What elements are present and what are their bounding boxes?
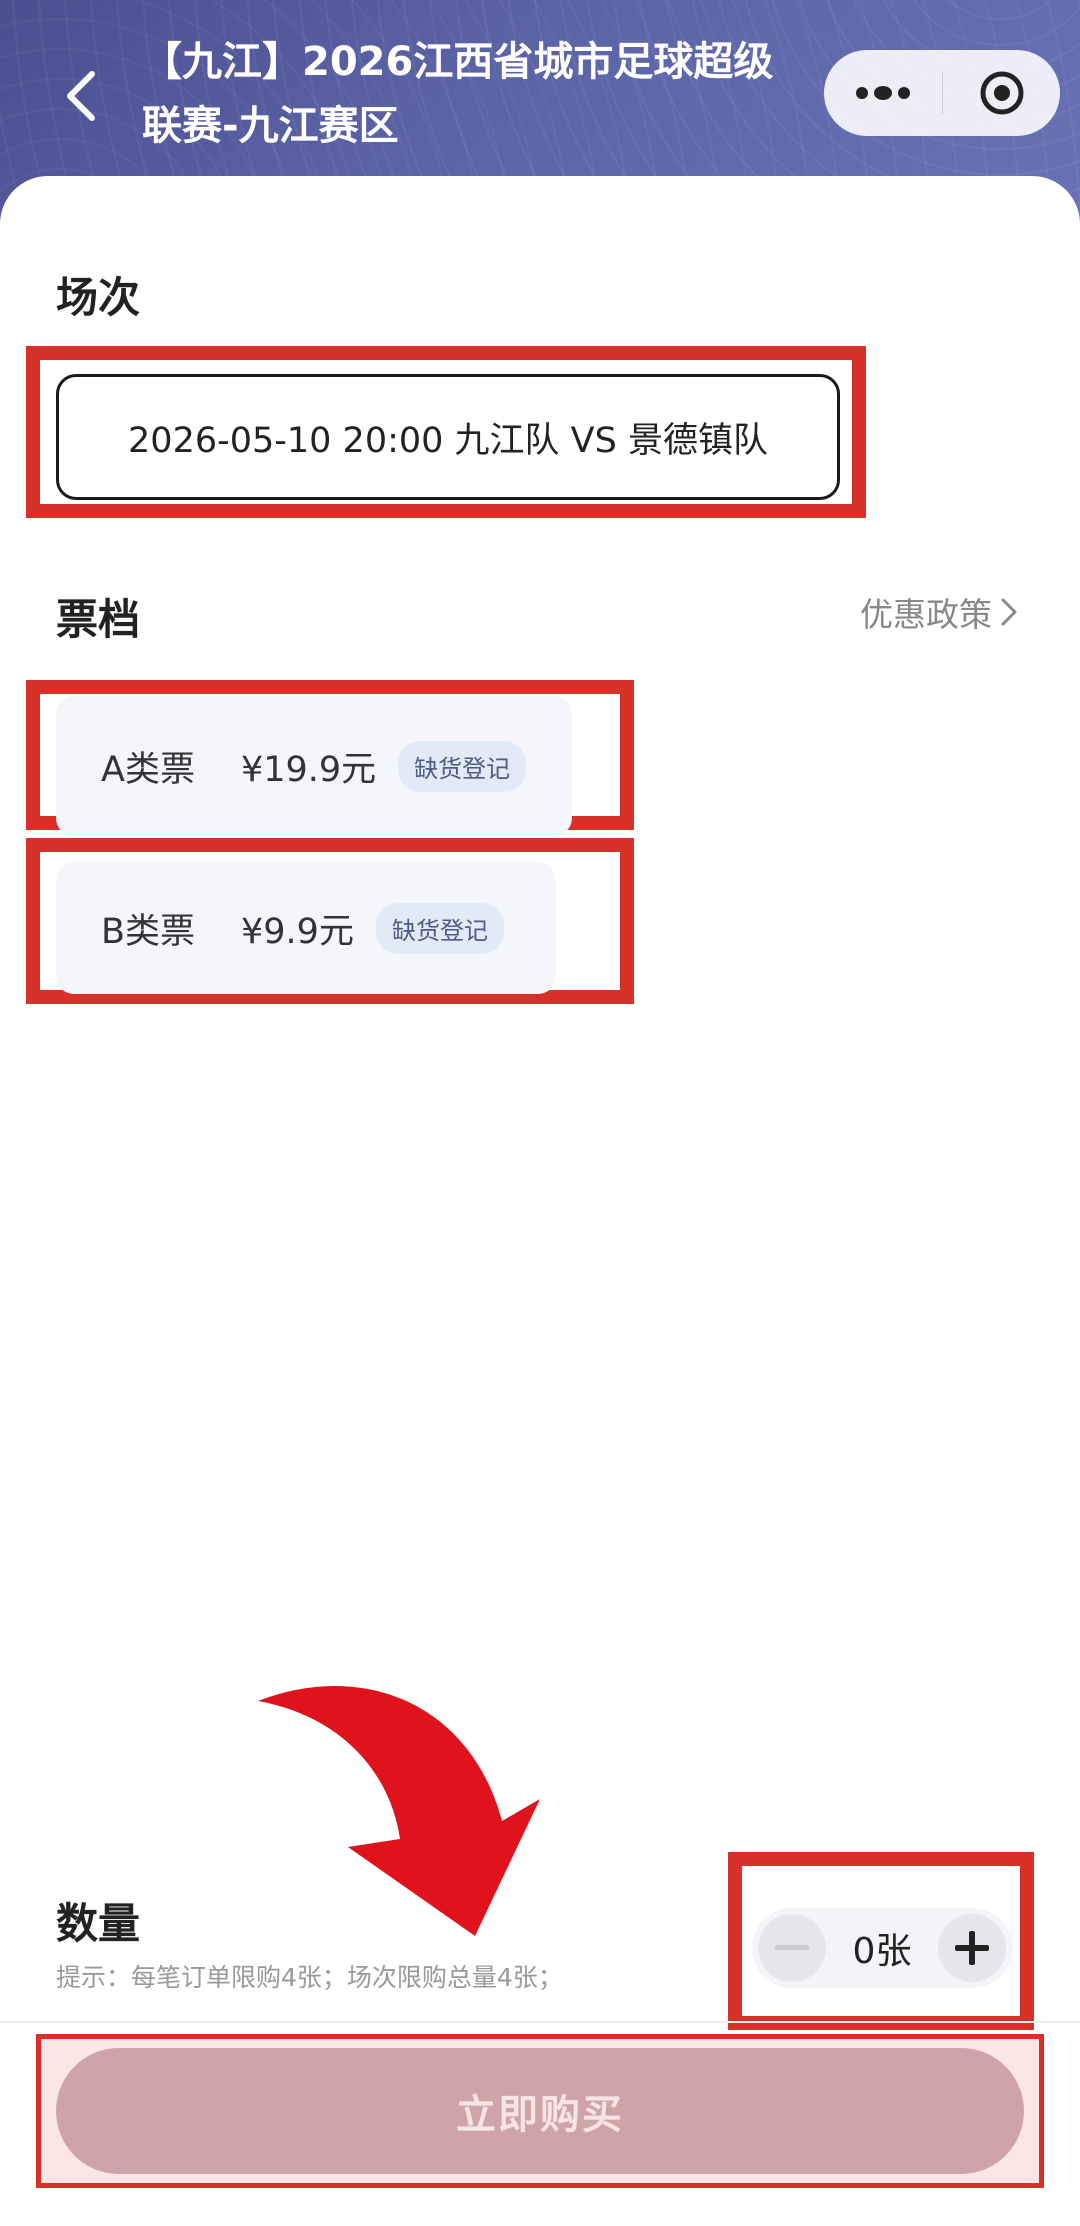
minus-icon <box>775 1945 809 1950</box>
session-section-title: 场次 <box>56 273 141 322</box>
out-of-stock-badge: 缺货登记 <box>375 902 504 954</box>
quantity-limit-hint: 提示：每笔订单限购4张；场次限购总量4张； <box>56 1963 563 1992</box>
ticket-name: A类票 <box>101 749 195 790</box>
ticket-tier-a[interactable]: A类票 ¥19.9元 缺货登记 <box>56 696 572 836</box>
footer-divider <box>0 2021 1080 2023</box>
ticket-tier-b[interactable]: B类票 ¥9.9元 缺货登记 <box>56 862 556 994</box>
out-of-stock-badge: 缺货登记 <box>398 740 527 792</box>
session-option-selected[interactable]: 2026-05-10 20:00 九江队 VS 景德镇队 <box>56 374 840 500</box>
quantity-stepper: 0张 <box>752 1908 1012 1988</box>
plus-button[interactable] <box>938 1914 1006 1982</box>
promo-policy-label: 优惠政策 <box>860 595 992 634</box>
ticket-selection-card: 场次 2026-05-10 20:00 九江队 VS 景德镇队 票档 优惠政策 … <box>0 176 1080 2226</box>
ticket-price: ¥9.9元 <box>241 911 354 952</box>
more-dots-icon[interactable] <box>824 50 942 136</box>
chevron-right-icon <box>1001 598 1017 626</box>
minus-button[interactable] <box>758 1914 826 1982</box>
mini-program-capsule <box>824 50 1060 136</box>
buy-now-button[interactable]: 立即购买 <box>56 2048 1024 2174</box>
ticket-name: B类票 <box>101 911 196 952</box>
target-circle-icon[interactable] <box>943 50 1060 136</box>
page-title: 【九江】2026江西省城市足球超级联赛-九江赛区 <box>142 39 774 149</box>
tier-section-title: 票档 <box>56 595 141 644</box>
ticket-price: ¥19.9元 <box>240 749 377 790</box>
plus-icon <box>955 1931 989 1965</box>
quantity-count: 0张 <box>852 1931 912 1972</box>
promo-policy-link[interactable]: 优惠政策 <box>860 588 1018 636</box>
chevron-left-icon[interactable] <box>56 66 106 126</box>
quantity-section-title: 数量 <box>56 1899 141 1948</box>
red-arrow-annotation <box>258 1686 540 1936</box>
